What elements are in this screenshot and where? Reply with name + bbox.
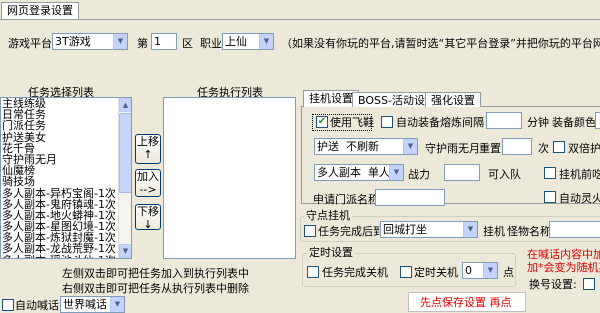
- equip-color-select[interactable]: [595, 112, 600, 129]
- hour-unit-label: 点: [503, 266, 514, 279]
- task-select-list[interactable]: 主线练级 日常任务 门派任务 护送美女 花千骨 守护雨无月 仙魔榜 骑技场 多人副本-异朽宝阁-…: [0, 97, 132, 259]
- hang-before-act-checkbox[interactable]: [544, 167, 556, 179]
- auto-shout-label: 自动喊话: [15, 299, 59, 312]
- shout-channel-select[interactable]: 世界喊话 ▼: [60, 296, 125, 313]
- chevron-down-icon: ▼: [463, 222, 477, 237]
- timed-shutdown-label: 定时关机: [414, 266, 458, 279]
- task-list-item[interactable]: 骑技场: [1, 176, 131, 187]
- auto-spirit-checkbox[interactable]: [544, 191, 556, 203]
- apply-sect-label: 申请门派名称: [313, 193, 379, 206]
- after-done-checkbox[interactable]: [304, 225, 316, 237]
- class-label: 职业: [200, 37, 222, 50]
- escort-value: 护送: [317, 140, 339, 153]
- destination-select[interactable]: 回城打坐 ▼: [380, 221, 478, 238]
- switch-account-checkbox[interactable]: [583, 278, 595, 290]
- list-hint-add: 左侧双击即可把任务加入到执行列表中: [62, 267, 249, 280]
- interval-label: 间隔: [462, 116, 484, 129]
- chevron-down-icon: ▼: [403, 139, 417, 154]
- double-escort-checkbox[interactable]: [553, 141, 565, 153]
- timed-shutdown-checkbox[interactable]: [400, 266, 412, 278]
- monster-name-input[interactable]: [549, 221, 600, 238]
- move-up-button[interactable]: 上移 ↑: [135, 134, 161, 164]
- shutdown-hour-select[interactable]: 0 ▼: [462, 262, 498, 279]
- reset-count-input[interactable]: [502, 138, 532, 155]
- notice-line-1: 在喊话内容中加: [527, 248, 600, 261]
- interval-input[interactable]: [486, 112, 522, 129]
- destination-value: 回城打坐: [383, 223, 427, 236]
- chevron-down-icon: ▼: [389, 165, 403, 180]
- auto-shout-checkbox[interactable]: [2, 299, 14, 311]
- server-number-input[interactable]: 1: [151, 33, 177, 50]
- apply-sect-input[interactable]: [375, 189, 445, 206]
- chevron-down-icon: ▼: [259, 34, 273, 49]
- escort-refresh-value: 不刷新: [346, 140, 379, 153]
- scroll-up-icon[interactable]: ▲: [119, 98, 131, 112]
- auto-smelt-checkbox[interactable]: [381, 116, 393, 128]
- tab-hangup-settings[interactable]: 挂机设置: [303, 90, 359, 107]
- server-suffix: 区: [182, 37, 193, 50]
- scroll-thumb[interactable]: [119, 113, 131, 193]
- add-to-exec-button[interactable]: 加入 -->: [135, 169, 161, 197]
- dungeon-mode-value: 多人副本: [317, 166, 361, 179]
- auto-smelt-label: 自动装备熔炼: [396, 116, 462, 129]
- hang-prefix-label: 挂机: [483, 225, 505, 238]
- save-hint-text: 先点保存设置 再点: [420, 296, 512, 309]
- shutdown-after-done-checkbox[interactable]: [307, 266, 319, 278]
- reset-label: 重置: [479, 142, 501, 155]
- task-list-item[interactable]: 多人副本-龙战荒野-1次: [1, 243, 131, 254]
- task-list-item[interactable]: 门派任务: [1, 120, 131, 131]
- guard-label: 守护雨无月: [425, 142, 480, 155]
- scroll-down-icon[interactable]: ▼: [119, 244, 131, 258]
- task-list-item[interactable]: 多人副本-瑶池斗仙-1次: [1, 254, 131, 258]
- platform-hint: （如果没有你玩的平台,请暂时选“其它平台登录”并把你玩的平台网址发: [281, 37, 600, 50]
- platform-value: 3T游戏: [55, 35, 91, 48]
- platform-select[interactable]: 3T游戏 ▼: [52, 33, 128, 50]
- equip-color-label: 装备颜色: [552, 116, 596, 129]
- platform-label: 游戏平台: [8, 37, 52, 50]
- server-prefix: 第: [137, 37, 148, 50]
- timer-title: 定时设置: [307, 246, 355, 259]
- monster-name-label: 怪物名称: [507, 225, 551, 238]
- notice-line-2: 加*会变为随机英: [527, 261, 600, 274]
- task-list-item[interactable]: 多人副本-异朽宝阁-1次: [1, 187, 131, 198]
- shutdown-hour-value: 0: [465, 264, 472, 277]
- switch-account-label: 换号设置:: [529, 278, 577, 291]
- use-flying-shoes-checkbox[interactable]: ✔: [316, 116, 328, 128]
- after-done-label: 任务完成后到: [318, 225, 384, 238]
- escort-select[interactable]: 护送 不刷新 ▼: [314, 138, 418, 155]
- chevron-down-icon: ▼: [483, 263, 497, 278]
- power-label: 战力: [408, 168, 430, 181]
- auto-spirit-label: 自动灵火: [559, 192, 600, 205]
- tab-enhance-settings[interactable]: 强化设置: [425, 92, 481, 107]
- times-label: 次: [538, 142, 549, 155]
- task-list-scrollbar[interactable]: ▲ ▼: [118, 98, 131, 258]
- tab-web-login-settings[interactable]: 网页登录设置: [1, 2, 79, 20]
- minute-label: 分钟: [527, 116, 549, 129]
- shutdown-after-done-label: 任务完成关机: [322, 266, 388, 279]
- tab-divider: [0, 19, 600, 20]
- list-hint-remove: 右侧双击即可把任务从执行列表中删除: [62, 282, 249, 295]
- double-escort-label: 双倍护送: [568, 142, 600, 155]
- hang-before-act-label: 挂机前吃双: [559, 168, 600, 181]
- power-input[interactable]: [444, 164, 480, 181]
- class-value: 上仙: [225, 35, 247, 48]
- chevron-down-icon: ▼: [110, 297, 124, 312]
- hang-spot-title: 守点挂机: [304, 209, 352, 222]
- shout-channel-value: 世界喊话: [63, 298, 107, 311]
- class-select[interactable]: 上仙 ▼: [222, 33, 274, 50]
- use-flying-shoes-label: 使用飞鞋: [330, 116, 374, 129]
- dungeon-select[interactable]: 多人副本 单人刷 ▼: [314, 164, 404, 181]
- can-join-label: 可入队: [488, 168, 521, 181]
- chevron-down-icon: ▼: [113, 34, 127, 49]
- move-down-button[interactable]: 下移 ↓: [135, 204, 161, 231]
- task-exec-list[interactable]: [163, 97, 296, 259]
